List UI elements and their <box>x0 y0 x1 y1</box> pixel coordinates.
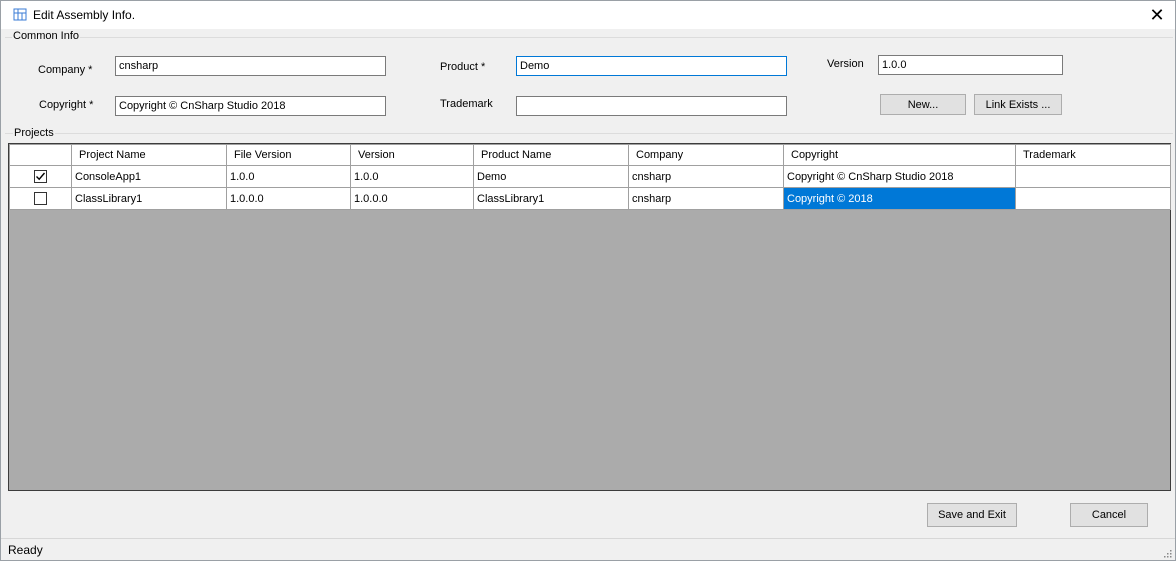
link-exists-button[interactable]: Link Exists ... <box>974 94 1062 115</box>
common-info-divider <box>5 37 1173 38</box>
cell-product-name[interactable]: ClassLibrary1 <box>473 187 629 210</box>
column-header-product-name[interactable]: Product Name <box>473 144 629 166</box>
table-row[interactable]: ClassLibrary1 1.0.0.0 1.0.0.0 ClassLibra… <box>9 187 1171 210</box>
trademark-label: Trademark <box>440 98 493 110</box>
cell-trademark[interactable] <box>1015 187 1171 210</box>
row-checkbox[interactable] <box>34 192 47 205</box>
cell-trademark[interactable] <box>1015 165 1171 188</box>
copyright-label: Copyright * <box>39 99 94 111</box>
cell-company[interactable]: cnsharp <box>628 187 784 210</box>
column-header-select[interactable] <box>9 144 72 166</box>
status-text: Ready <box>8 543 43 557</box>
cell-product-name[interactable]: Demo <box>473 165 629 188</box>
cell-copyright[interactable]: Copyright © CnSharp Studio 2018 <box>783 165 1016 188</box>
cell-company[interactable]: cnsharp <box>628 165 784 188</box>
cell-version[interactable]: 1.0.0.0 <box>350 187 474 210</box>
column-header-copyright[interactable]: Copyright <box>783 144 1016 166</box>
company-field[interactable] <box>115 56 386 76</box>
product-field[interactable] <box>516 56 787 76</box>
cell-version[interactable]: 1.0.0 <box>350 165 474 188</box>
cell-copyright-selected[interactable]: Copyright © 2018 <box>783 187 1016 210</box>
cancel-button[interactable]: Cancel <box>1070 503 1148 527</box>
checkmark-icon <box>36 172 46 181</box>
product-label: Product * <box>440 61 486 73</box>
column-header-version[interactable]: Version <box>350 144 474 166</box>
save-and-exit-button[interactable]: Save and Exit <box>927 503 1017 527</box>
new-button[interactable]: New... <box>880 94 966 115</box>
cell-file-version[interactable]: 1.0.0.0 <box>226 187 351 210</box>
column-header-trademark[interactable]: Trademark <box>1015 144 1171 166</box>
close-icon: ✕ <box>1149 5 1165 25</box>
common-info-group-label: Common Info <box>12 30 81 42</box>
row-checkbox-cell[interactable] <box>9 165 72 188</box>
column-header-file-version[interactable]: File Version <box>226 144 351 166</box>
cell-project-name[interactable]: ConsoleApp1 <box>71 165 227 188</box>
company-label: Company * <box>38 64 93 76</box>
row-checkbox-cell[interactable] <box>9 187 72 210</box>
row-checkbox[interactable] <box>34 170 47 183</box>
version-label: Version <box>827 58 864 70</box>
status-bar: Ready <box>1 538 1175 560</box>
app-icon <box>13 8 27 21</box>
trademark-field[interactable] <box>516 96 787 116</box>
projects-grid[interactable]: Project Name File Version Version Produc… <box>8 143 1171 491</box>
version-field[interactable] <box>878 55 1063 75</box>
title-bar: Edit Assembly Info. ✕ <box>1 1 1175 29</box>
table-row[interactable]: ConsoleApp1 1.0.0 1.0.0 Demo cnsharp Cop… <box>9 165 1171 188</box>
projects-group-label: Projects <box>13 127 55 139</box>
resize-grip-icon[interactable] <box>1162 547 1172 558</box>
column-header-project-name[interactable]: Project Name <box>71 144 227 166</box>
column-header-company[interactable]: Company <box>628 144 784 166</box>
edit-assembly-window: Edit Assembly Info. ✕ Common Info Compan… <box>0 0 1176 561</box>
grid-header-row: Project Name File Version Version Produc… <box>9 144 1171 166</box>
cell-file-version[interactable]: 1.0.0 <box>226 165 351 188</box>
projects-table: Project Name File Version Version Produc… <box>9 144 1171 210</box>
projects-divider <box>5 133 1173 134</box>
window-title: Edit Assembly Info. <box>33 8 136 22</box>
cell-project-name[interactable]: ClassLibrary1 <box>71 187 227 210</box>
copyright-field[interactable] <box>115 96 386 116</box>
close-button[interactable]: ✕ <box>1139 1 1175 29</box>
